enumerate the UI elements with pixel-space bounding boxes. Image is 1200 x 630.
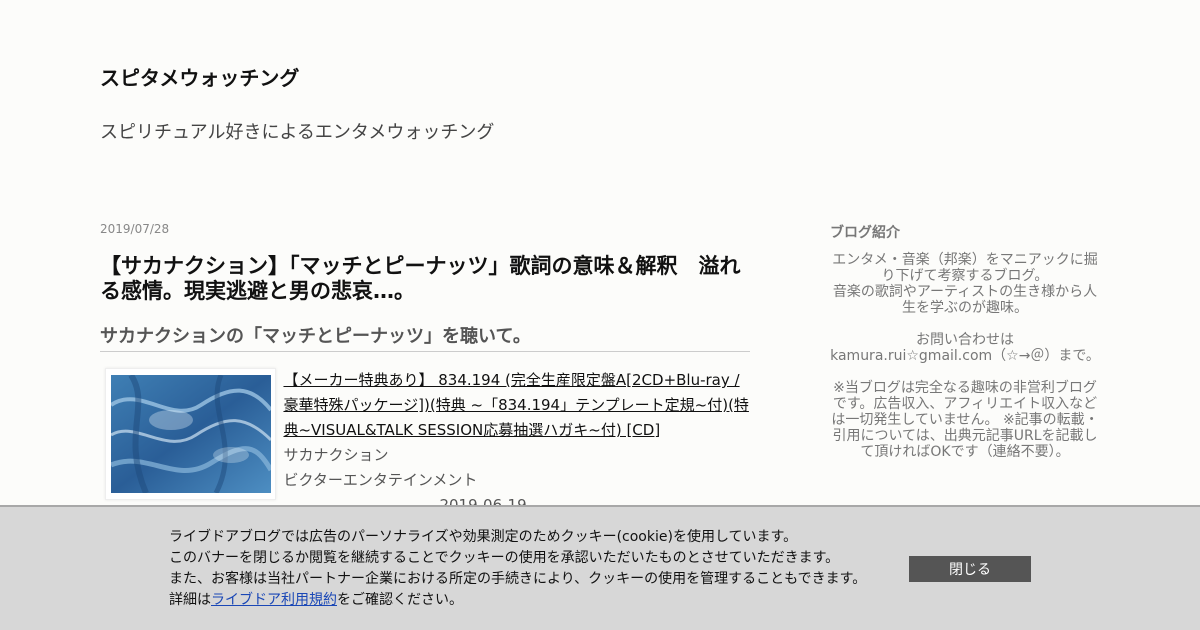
page: スピタメウォッチング スピリチュアル好きによるエンタメウォッチング 2019/0… — [0, 0, 1200, 630]
post-date: 2019/07/28 — [100, 222, 170, 236]
cookie-text-suffix: をご確認ください。 — [337, 592, 463, 608]
cookie-text-line-1: ライブドアブログでは広告のパーソナライズや効果測定のためクッキー(cookie)… — [169, 529, 798, 545]
product-artist: サカナクション — [283, 446, 389, 464]
cookie-text-prefix: 詳細は — [169, 592, 211, 608]
cookie-banner-text: ライブドアブログでは広告のパーソナライズや効果測定のためクッキー(cookie)… — [169, 527, 866, 611]
sidebar-title: ブログ紹介 — [830, 225, 900, 241]
product-image[interactable] — [105, 368, 277, 500]
product-info: 【メーカー特典あり】 834.194 (完全生産限定盤A[2CD+Blu-ray… — [283, 368, 750, 518]
cookie-text-line-2: このバナーを閉じるか閲覧を継続することでクッキーの使用を承認いただいたものとさせ… — [169, 550, 840, 566]
blog-description: スピリチュアル好きによるエンタメウォッチング — [100, 122, 495, 143]
close-button[interactable]: 閉じる — [909, 556, 1031, 582]
sidebar: ブログ紹介 エンタメ・音楽（邦楽）をマニアックに掘り下げて考察するブログ。 音楽… — [830, 222, 1100, 460]
post-title: 【サカナクション】「マッチとピーナッツ」歌詞の意味＆解釈 溢れる感情。現実逃避と… — [100, 254, 741, 303]
album-cover-image — [110, 375, 271, 493]
cookie-text-line-3: また、お客様は当社パートナー企業における所定の手続きにより、クッキーの使用を管理… — [169, 571, 867, 587]
product-label: ビクターエンタテインメント — [283, 471, 478, 489]
terms-link[interactable]: ライブドア利用規約 — [211, 592, 337, 608]
product-link[interactable]: 【メーカー特典あり】 834.194 (完全生産限定盤A[2CD+Blu-ray… — [283, 371, 748, 439]
cookie-text-line-4: 詳細はライブドア利用規約をご確認ください。 — [169, 590, 866, 611]
product-card: 【メーカー特典あり】 834.194 (完全生産限定盤A[2CD+Blu-ray… — [100, 368, 750, 518]
blog-title[interactable]: スピタメウォッチング — [100, 62, 299, 91]
post-heading: サカナクションの「マッチとピーナッツ」を聴いて。 — [100, 322, 750, 352]
sidebar-profile-text: エンタメ・音楽（邦楽）をマニアックに掘り下げて考察するブログ。 音楽の歌詞やアー… — [830, 252, 1100, 460]
main-content: 2019/07/28 【サカナクション】「マッチとピーナッツ」歌詞の意味＆解釈 … — [100, 222, 750, 518]
cookie-banner: ライブドアブログでは広告のパーソナライズや効果測定のためクッキー(cookie)… — [0, 505, 1200, 630]
